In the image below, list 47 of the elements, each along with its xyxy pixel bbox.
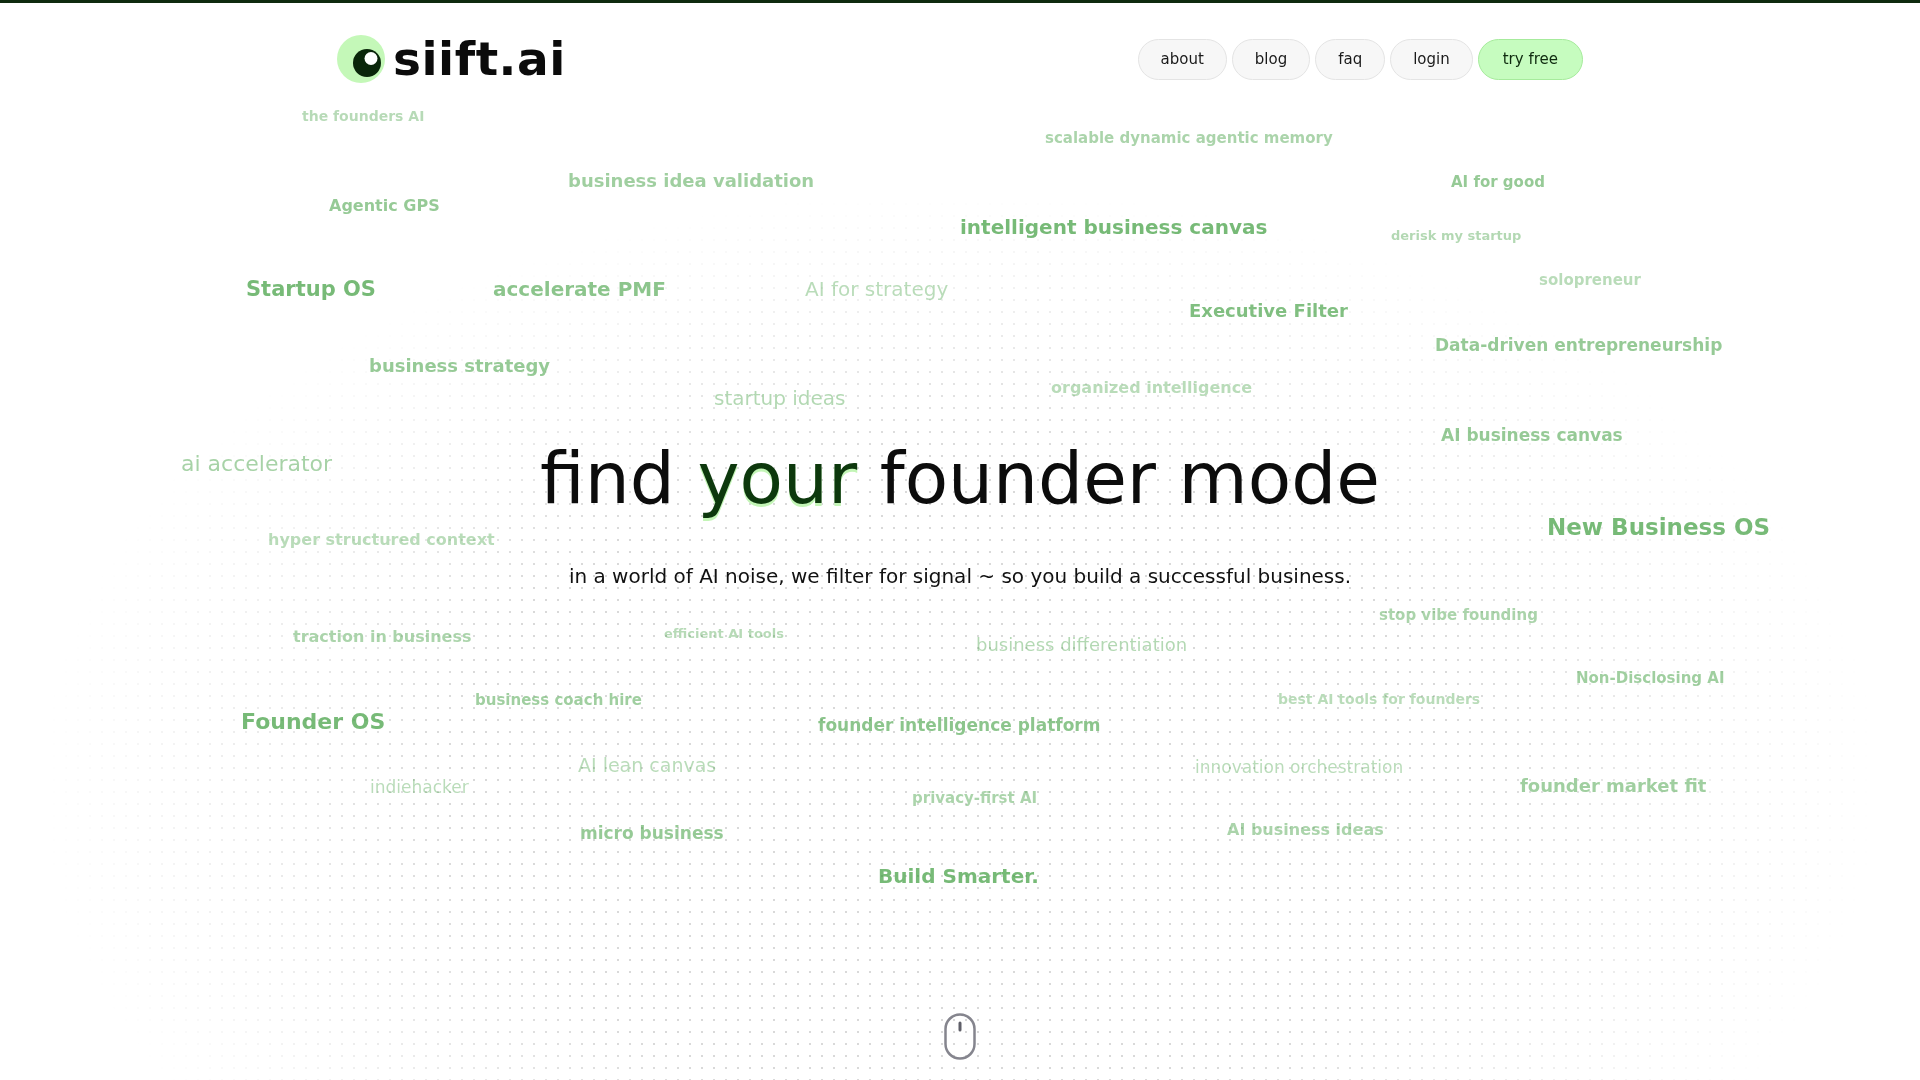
nav-button[interactable]: blog [1231, 38, 1311, 80]
keyword-phrase: founder market fit [1520, 775, 1707, 797]
keyword-phrase: indiehacker [370, 776, 469, 798]
keyword-phrase: New Business OS [1547, 514, 1771, 542]
mouse-scroll-icon [944, 1013, 976, 1060]
keyword-phrase: stop vibe founding [1379, 606, 1538, 624]
keyword-phrase: Build Smarter. [878, 864, 1039, 888]
keyword-phrase: scalable dynamic agentic memory [1045, 129, 1333, 147]
keyword-phrase: AI business ideas [1227, 820, 1384, 840]
keyword-phrase: intelligent business canvas [960, 215, 1268, 239]
keyword-phrase: AI for good [1451, 173, 1545, 191]
keyword-phrase: business strategy [369, 355, 551, 377]
nav-button[interactable]: login [1390, 38, 1473, 80]
nav-button[interactable]: about [1137, 38, 1227, 80]
keyword-phrase: micro business [580, 822, 724, 844]
keyword-phrase: Executive Filter [1189, 300, 1348, 322]
hero-heading: find your founder mode [540, 436, 1380, 522]
keyword-phrase: innovation orchestration [1195, 756, 1404, 778]
keyword-phrase: ai accelerator [181, 450, 333, 478]
keyword-phrase: business differentiation [976, 634, 1188, 656]
nav-button[interactable]: faq [1315, 38, 1386, 80]
keyword-phrase: the founders AI [302, 107, 425, 125]
keyword-phrase: Agentic GPS [329, 196, 440, 216]
keyword-phrase: business coach hire [475, 691, 642, 709]
keyword-phrase: privacy-first AI [912, 789, 1038, 807]
keyword-phrase: solopreneur [1539, 271, 1641, 289]
keyword-phrase: Startup OS [246, 277, 376, 303]
keyword-phrase: Non-Disclosing AI [1576, 669, 1725, 687]
keyword-phrase: accelerate PMF [493, 277, 666, 301]
try-free-button[interactable]: try free [1477, 38, 1583, 80]
keyword-phrase: founder intelligence platform [818, 714, 1101, 736]
keyword-phrase: AI lean canvas [578, 753, 717, 777]
keyword-phrase: business idea validation [568, 170, 815, 192]
keyword-phrase: organized intelligence [1051, 378, 1253, 398]
keyword-phrase: best AI tools for founders [1278, 690, 1481, 708]
keyword-phrase: Data-driven entrepreneurship [1435, 334, 1723, 356]
keyword-phrase: AI business canvas [1441, 424, 1623, 446]
keyword-phrase: AI for strategy [805, 277, 949, 301]
logo-eye-icon [337, 35, 385, 83]
keyword-phrase: hyper structured context [268, 530, 495, 550]
hero-subtitle: in a world of AI noise, we filter for signal ~ so you build a successful business. [568, 563, 1352, 591]
keyword-phrase: derisk my startup [1391, 228, 1522, 244]
keyword-phrase: Founder OS [241, 708, 386, 736]
keyword-phrase: efficient AI tools [664, 626, 784, 642]
keyword-phrase: traction in business [293, 627, 472, 647]
logo-wordmark[interactable]: siift.ai [393, 33, 566, 85]
keyword-phrase: startup ideas [714, 386, 846, 410]
